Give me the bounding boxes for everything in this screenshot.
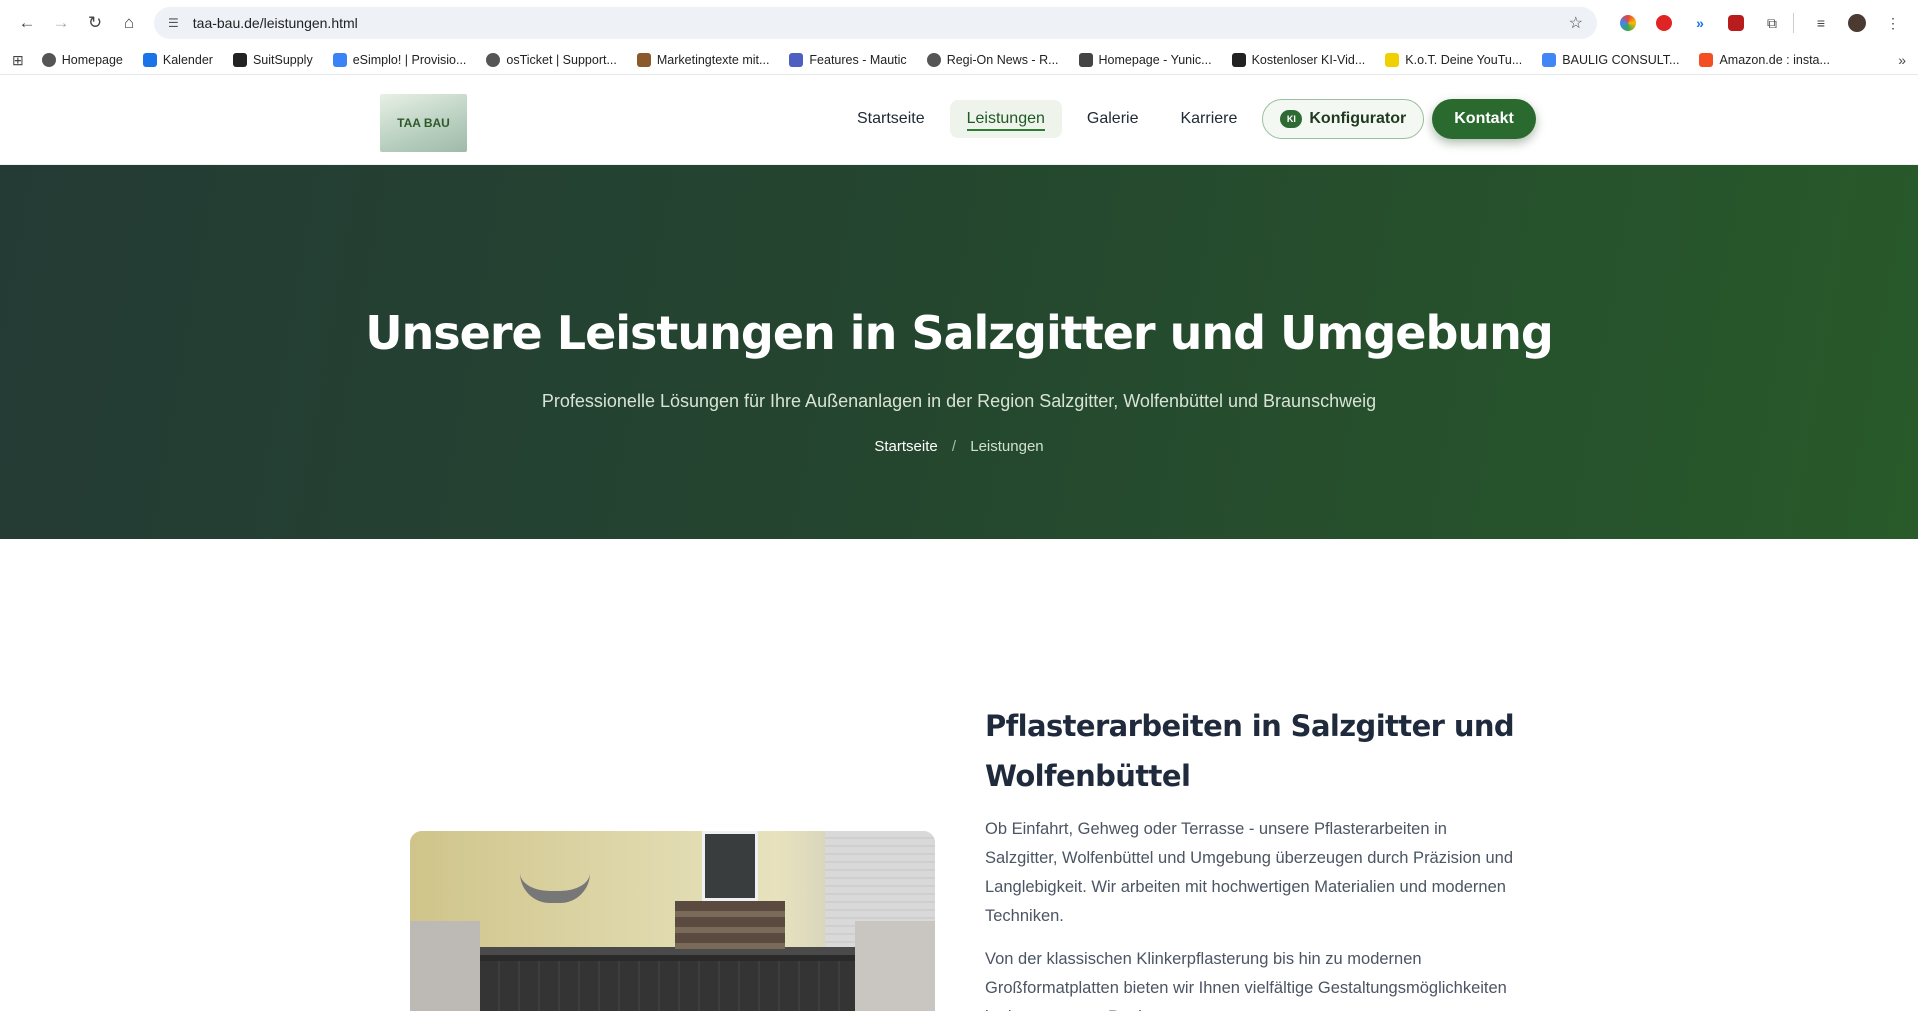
service-section-pflaster: Pflasterarbeiten in Salzgitter und Wolfe… xyxy=(0,539,1918,1011)
bookmark-favicon-icon xyxy=(142,53,157,67)
ki-badge: KI xyxy=(1280,110,1303,128)
bookmark-item[interactable]: Amazon.de : insta... xyxy=(1699,53,1830,67)
profile-avatar[interactable] xyxy=(1842,8,1872,38)
nav-link-label: Galerie xyxy=(1086,110,1139,127)
bookmark-item[interactable]: Kalender xyxy=(142,53,213,67)
nav-link-label: Karriere xyxy=(1180,110,1238,127)
hero-banner: Unsere Leistungen in Salzgitter und Umge… xyxy=(0,165,1918,539)
konfigurator-button[interactable]: KI Konfigurator xyxy=(1262,99,1425,139)
bookmark-item[interactable]: BAULIG CONSULT... xyxy=(1542,53,1679,67)
bookmark-item[interactable]: Regi-On News - R... xyxy=(926,53,1059,67)
site-header: TAA BAU Startseite Leistungen Galerie Ka… xyxy=(0,75,1918,165)
bookmark-item[interactable]: K.o.T. Deine YouTu... xyxy=(1385,53,1522,67)
bookmark-item[interactable]: Features - Mautic xyxy=(789,53,907,67)
breadcrumb-current: Leistungen xyxy=(970,438,1044,455)
url-text[interactable]: taa-bau.de/leistungen.html xyxy=(193,15,1569,31)
bookmark-favicon-icon xyxy=(332,53,347,67)
browser-menu-icon[interactable]: ⋮ xyxy=(1878,8,1908,38)
bookmark-label: K.o.T. Deine YouTu... xyxy=(1405,53,1523,67)
service-text: Pflasterarbeiten in Salzgitter und Wolfe… xyxy=(985,701,1515,1011)
service-paragraph: Von der klassischen Klinkerpflasterung b… xyxy=(985,950,1507,1011)
bookmark-label: Homepage xyxy=(61,53,123,67)
logo-text: TAA BAU xyxy=(397,116,450,130)
hero-title: Unsere Leistungen in Salzgitter und Umge… xyxy=(365,306,1554,360)
extension-red-shield-icon[interactable] xyxy=(1649,8,1679,38)
address-bar[interactable]: ☰ taa-bau.de/leistungen.html ☆ xyxy=(154,7,1597,39)
bookmark-favicon-icon xyxy=(1078,53,1093,67)
bookmark-label: Homepage - Yunic... xyxy=(1098,53,1212,67)
nav-link-label: Startseite xyxy=(857,110,925,127)
reload-icon[interactable]: ↻ xyxy=(78,6,112,40)
paving-project-photo xyxy=(410,831,935,1011)
extension-color-icon[interactable] xyxy=(1613,8,1643,38)
apps-grid-icon[interactable]: ⊞ xyxy=(12,52,24,69)
bookmark-label: Kalender xyxy=(162,53,213,67)
konfigurator-label: Konfigurator xyxy=(1309,110,1407,127)
more-bookmarks-chevron-icon[interactable]: » xyxy=(1898,52,1906,68)
breadcrumb: Startseite / Leistungen xyxy=(0,438,1918,455)
bookmark-label: Kostenloser KI-Vid... xyxy=(1251,53,1366,67)
bookmark-favicon-icon xyxy=(1542,53,1557,67)
service-paragraph: Ob Einfahrt, Gehweg oder Terrasse - unse… xyxy=(985,820,1514,925)
bookmark-item[interactable]: Kostenloser KI-Vid... xyxy=(1231,53,1366,67)
nav-link-label: Leistungen xyxy=(966,110,1045,131)
bookmark-favicon-icon xyxy=(1699,53,1714,67)
extensions-puzzle-icon[interactable]: ⧉ xyxy=(1757,8,1787,38)
forward-icon[interactable]: → xyxy=(44,6,78,40)
kontakt-button[interactable]: Kontakt xyxy=(1432,99,1536,139)
toolbar-divider xyxy=(1793,13,1794,33)
bookmark-favicon-icon xyxy=(926,53,941,67)
bookmark-label: eSimplo! | Provisio... xyxy=(352,53,467,67)
bookmark-item[interactable]: Homepage - Yunic... xyxy=(1078,53,1212,67)
bookmark-label: Amazon.de : insta... xyxy=(1719,53,1830,67)
main-nav: Startseite Leistungen Galerie Karriere K… xyxy=(840,99,1536,139)
bookmark-favicon-icon xyxy=(41,53,56,67)
bookmark-label: BAULIG CONSULT... xyxy=(1562,53,1680,67)
bookmark-item[interactable]: eSimplo! | Provisio... xyxy=(332,53,467,67)
bookmark-item[interactable]: osTicket | Support... xyxy=(486,53,617,67)
bookmark-item[interactable]: Marketingtexte mit... xyxy=(636,53,770,67)
browser-toolbar: ← → ↻ ⌂ ☰ taa-bau.de/leistungen.html ☆ »… xyxy=(0,0,1918,46)
bookmark-item[interactable]: SuitSupply xyxy=(232,53,313,67)
service-title-line1: Pflasterarbeiten in Salzgitter und xyxy=(985,709,1515,743)
bookmarks-bar: ⊞ Homepage Kalender SuitSupply eSimplo! … xyxy=(0,46,1918,75)
extension-audio-icon[interactable]: » xyxy=(1685,8,1715,38)
bookmark-star-icon[interactable]: ☆ xyxy=(1569,13,1583,33)
nav-link-startseite[interactable]: Startseite xyxy=(840,100,942,138)
site-info-icon[interactable]: ☰ xyxy=(168,16,179,30)
bookmark-label: SuitSupply xyxy=(252,53,313,67)
nav-link-karriere[interactable]: Karriere xyxy=(1163,100,1254,138)
bookmark-label: Features - Mautic xyxy=(809,53,907,67)
bookmark-label: Marketingtexte mit... xyxy=(656,53,770,67)
bookmark-favicon-icon xyxy=(636,53,651,67)
bookmark-favicon-icon xyxy=(1385,53,1400,67)
home-icon[interactable]: ⌂ xyxy=(112,6,146,40)
media-control-icon[interactable]: ≡ xyxy=(1806,8,1836,38)
back-icon[interactable]: ← xyxy=(10,6,44,40)
nav-link-galerie[interactable]: Galerie xyxy=(1070,100,1156,138)
service-title: Pflasterarbeiten in Salzgitter und Wolfe… xyxy=(985,701,1515,801)
bookmark-favicon-icon xyxy=(486,53,501,67)
site-logo[interactable]: TAA BAU xyxy=(380,94,467,152)
bookmark-item[interactable]: Homepage xyxy=(41,53,123,67)
bookmark-favicon-icon xyxy=(232,53,247,67)
breadcrumb-home-link[interactable]: Startseite xyxy=(874,438,937,455)
bookmark-label: Regi-On News - R... xyxy=(946,53,1059,67)
bookmark-favicon-icon xyxy=(1231,53,1246,67)
service-title-line2: Wolfenbüttel xyxy=(985,759,1191,793)
extension-badge-icon[interactable] xyxy=(1721,8,1751,38)
breadcrumb-separator: / xyxy=(951,438,957,455)
bookmark-favicon-icon xyxy=(789,53,804,67)
nav-link-leistungen[interactable]: Leistungen xyxy=(949,100,1062,138)
hero-subtitle: Professionelle Lösungen für Ihre Außenan… xyxy=(541,391,1377,411)
bookmark-label: osTicket | Support... xyxy=(506,53,617,67)
